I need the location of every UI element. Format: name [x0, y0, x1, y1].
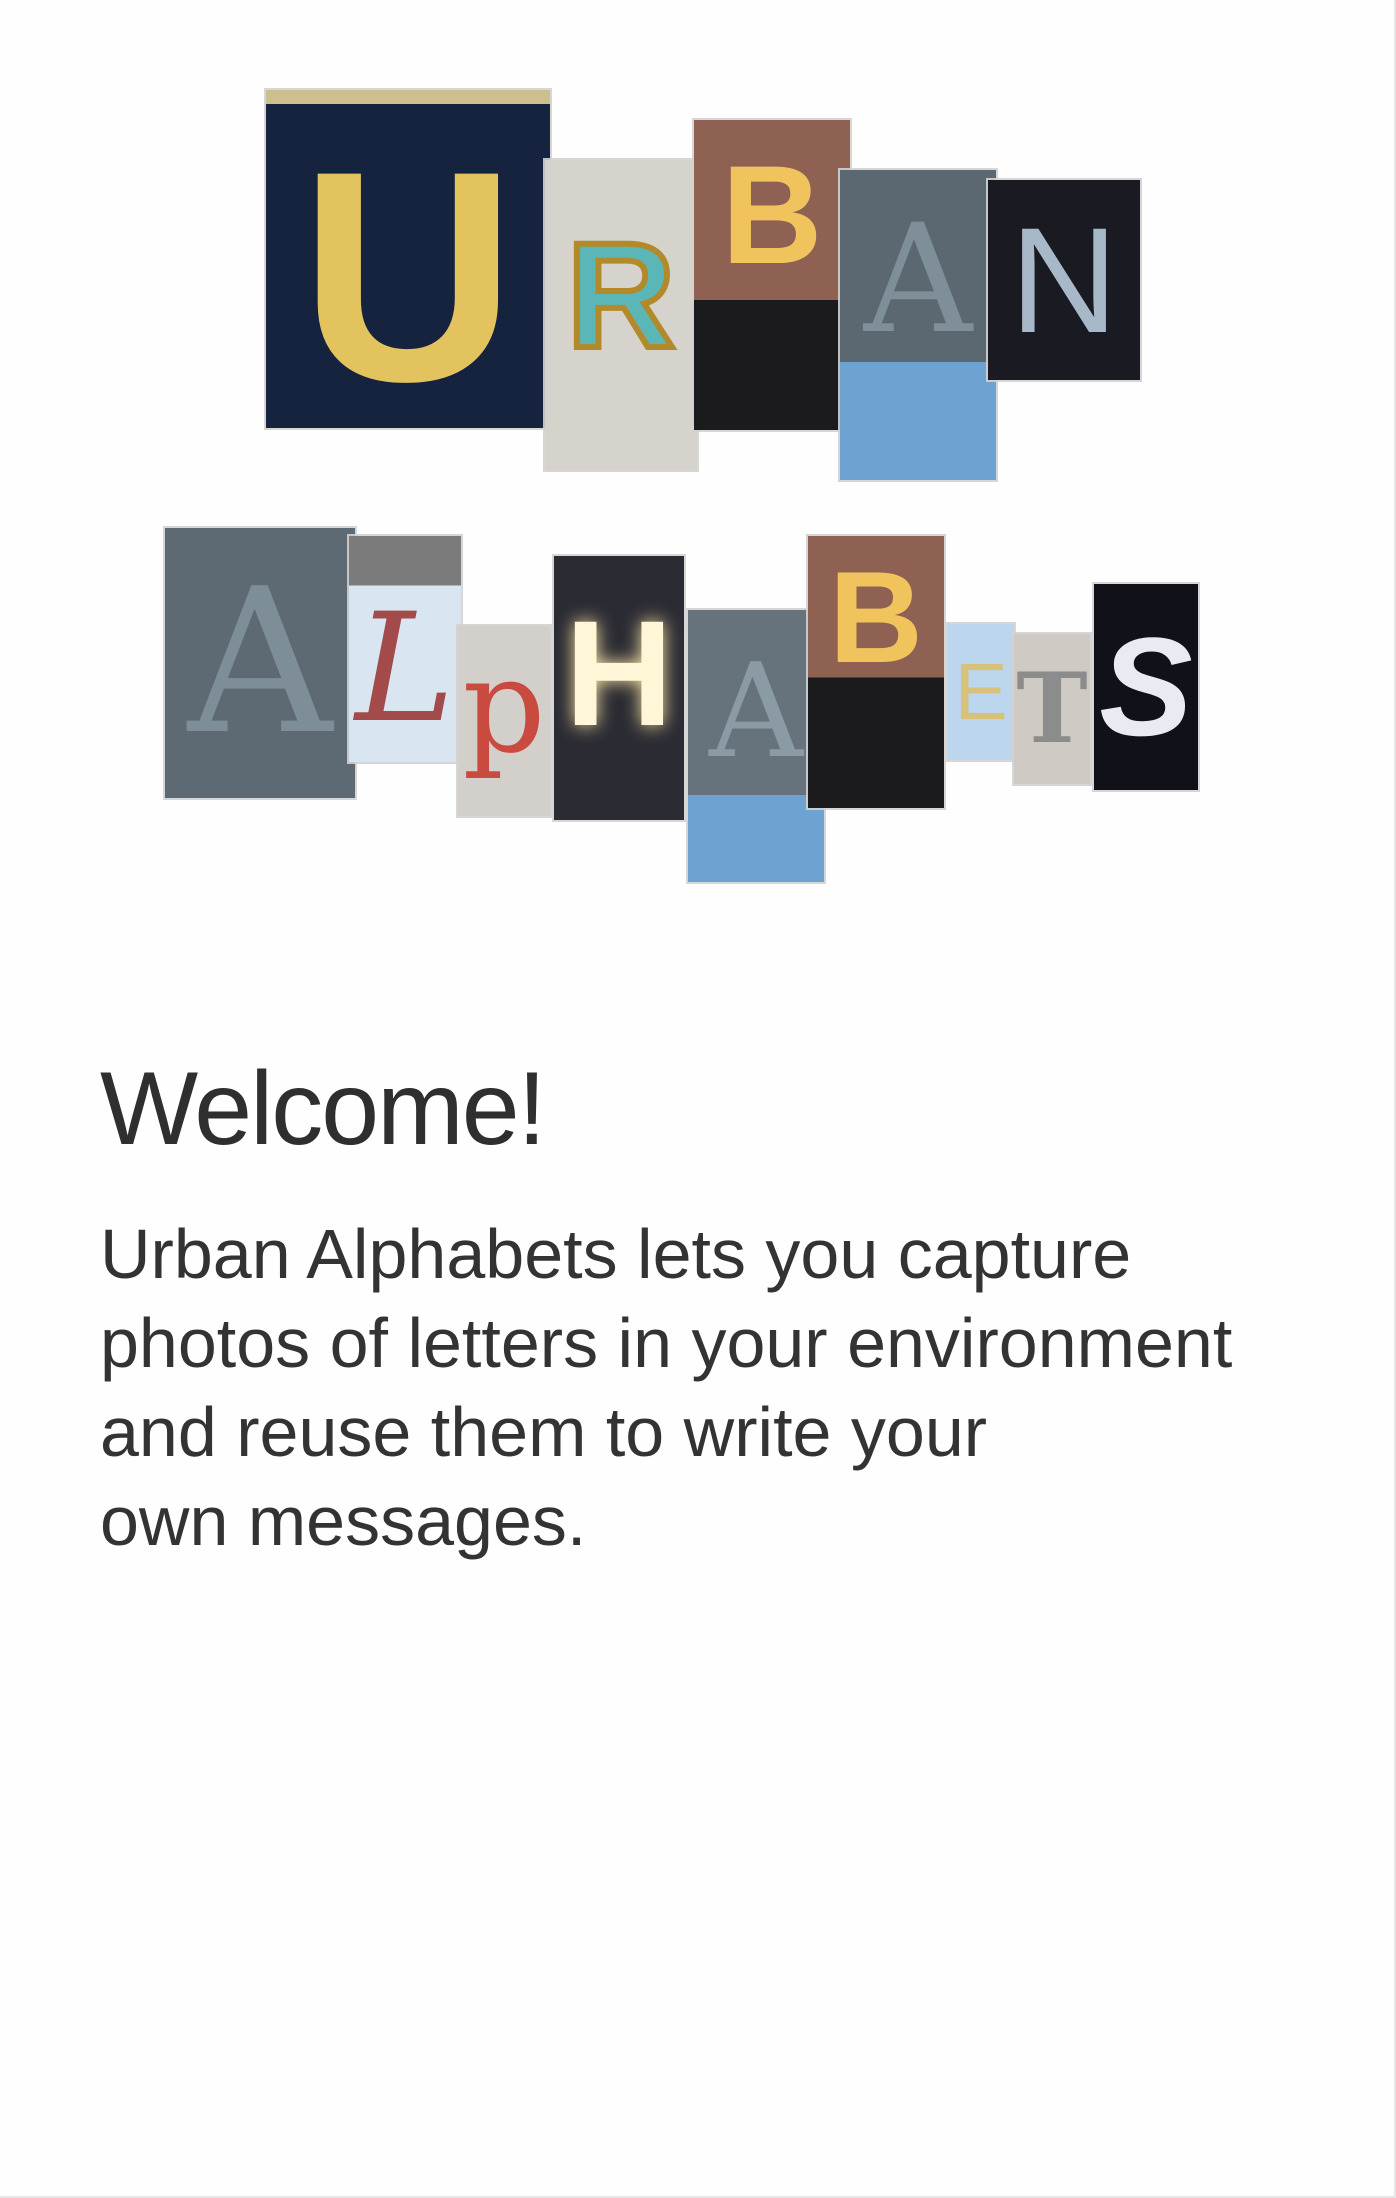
- logo-letter: B: [721, 136, 823, 293]
- urban-alphabets-logo: U R B A N A L p H A B E T S: [0, 0, 1396, 900]
- logo-letter-a3-tile: A: [688, 610, 824, 882]
- welcome-description: Urban Alphabets lets you capture photos …: [100, 1215, 1233, 1560]
- logo-letter: R: [564, 211, 678, 379]
- logo-letter: T: [1016, 652, 1088, 765]
- logo-letter-b2-tile: B: [808, 536, 944, 808]
- logo-letter: H: [564, 589, 674, 757]
- logo-letter-s-tile: S: [1094, 584, 1198, 790]
- logo-letter: N: [1009, 196, 1119, 364]
- welcome-title: Welcome!: [100, 1051, 546, 1167]
- logo-letter: B: [829, 544, 923, 690]
- logo-letter-h-tile: H: [554, 556, 684, 820]
- logo-letter-t-tile: T: [1014, 634, 1090, 784]
- logo-letter-a-tile: A: [840, 170, 996, 480]
- logo-letter: A: [863, 193, 973, 367]
- logo-letter-l-tile: L: [349, 536, 461, 762]
- logo-letter-b-tile: B: [694, 120, 850, 430]
- logo-letter: E: [954, 647, 1008, 736]
- logo-letter-a2-tile: A: [165, 528, 355, 798]
- logo-letter-n-tile: N: [988, 180, 1140, 380]
- logo-letter: S: [1099, 608, 1193, 765]
- logo-letter: p: [462, 630, 546, 782]
- logo-letter-e-tile: E: [948, 624, 1014, 760]
- logo-letter-u-tile: U: [266, 90, 550, 428]
- welcome-screen: U R B A N A L p H A B E T S Welcome! Urb…: [0, 0, 1396, 2198]
- logo-letter: A: [709, 635, 803, 787]
- logo-letter: L: [355, 582, 455, 756]
- logo-letter: A: [187, 546, 333, 779]
- logo-letter-p-tile: p: [458, 626, 550, 816]
- logo-letter-r-tile: R: [545, 160, 697, 470]
- logo-letter: U: [299, 108, 517, 428]
